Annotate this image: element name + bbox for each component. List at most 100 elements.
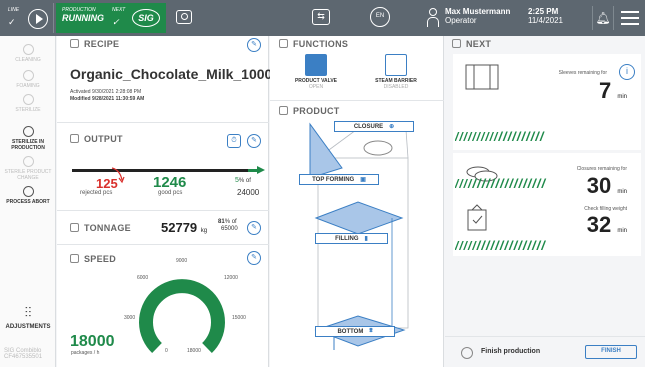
modified-value: 9/28/2021 11:30:59 AM (91, 96, 145, 102)
closure-icon: ⊕ (389, 124, 395, 130)
clock: 2:25 PM 11/4/2021 (528, 7, 563, 25)
next-label: NEXT (112, 7, 126, 13)
finish-production-label: Finish production (481, 348, 541, 355)
top-forming-tag[interactable]: TOP FORMING ▣ (299, 174, 379, 185)
tonnage-heading: TONNAGE (84, 223, 131, 233)
production-status[interactable]: PRODUCTION RUNNING (56, 3, 106, 33)
production-state: RUNNING (62, 13, 104, 23)
scale-check-icon (467, 204, 487, 231)
user-info[interactable]: Max Mustermann Operator (445, 7, 510, 25)
gauge-tick-6000: 6000 (137, 275, 149, 281)
sleeves-icon (465, 64, 499, 90)
sterilize-icon (22, 126, 34, 137)
sidebar-item-cleaning[interactable]: CLEANING (0, 44, 56, 63)
output-icon (70, 134, 79, 143)
sidebar-item-label: STERILIZE IN PRODUCTION (11, 139, 45, 151)
tonnage-value: 52779 kg (161, 220, 207, 235)
closure-tag[interactable]: CLOSURE ⊕ (334, 121, 414, 132)
time: 2:25 PM (528, 7, 559, 16)
bottom-tag[interactable]: BOTTOM ⩩ (315, 326, 395, 337)
next-heading: NEXT (466, 39, 492, 49)
rejected-label: rejected pcs (80, 190, 113, 196)
product-change-icon (22, 156, 34, 167)
filling-icon: ▮ (364, 236, 368, 242)
bell-icon[interactable]: 🔔︎ (592, 6, 614, 30)
speed-icon (70, 254, 79, 263)
recipe-name: Organic_Chocolate_Milk_1000ml (70, 66, 289, 82)
divider (445, 336, 645, 337)
filling-tag[interactable]: FILLING ▮ (315, 233, 388, 244)
product-icon (279, 106, 288, 115)
divider (57, 210, 269, 211)
next-status[interactable]: NEXT ✓ SIG (106, 3, 166, 33)
output-heading: OUTPUT (84, 134, 123, 144)
edit-tonnage-button[interactable]: ✎ (247, 221, 261, 235)
tonnage-unit: kg (200, 228, 208, 234)
gauge-tick-12000: 12000 (224, 275, 238, 281)
filling-weight-progress: //////////////////// (455, 238, 546, 250)
sidebar-item-sterile-product-change[interactable]: STERILE PRODUCT CHANGE (0, 156, 56, 181)
check-icon: ✓ (8, 17, 16, 27)
edit-speed-button[interactable]: ✎ (247, 251, 261, 265)
finish-button[interactable]: FINISH (585, 345, 637, 359)
edit-recipe-button[interactable]: ✎ (247, 38, 261, 52)
top-forming-label: TOP FORMING (312, 176, 355, 183)
filling-weight-value: 32 min (587, 212, 627, 238)
sidebar-item-foaming[interactable]: FOAMING (0, 70, 56, 89)
abort-icon (22, 186, 34, 197)
sidebar-item-label: CLEANING (15, 57, 41, 63)
play-icon (28, 9, 48, 29)
product-valve-icon[interactable] (305, 54, 327, 76)
tonnage-target: 65000 (221, 226, 238, 232)
language-label: EN (375, 13, 385, 19)
output-target: 24000 (237, 188, 260, 197)
sidebar-item-sterilize[interactable]: STERILIZE (0, 94, 56, 113)
closures-unit: min (617, 189, 627, 195)
gauge-tick-18000: 18000 (187, 348, 201, 354)
steam-barrier-icon[interactable] (385, 54, 407, 76)
modified-label: Modified (70, 96, 91, 102)
sidebar-item-label: STERILE PRODUCT CHANGE (4, 169, 52, 181)
machine-serial: CF467535501 (4, 354, 43, 360)
top-forming-icon: ▣ (360, 177, 366, 183)
output-title: OUTPUT (70, 134, 123, 144)
gauge-tick-15000: 15000 (232, 315, 246, 321)
camera-icon[interactable] (176, 10, 192, 24)
check-icon: ✓ (112, 17, 120, 27)
cleaning-icon (22, 44, 34, 55)
expand-icon[interactable]: ⇆ (312, 9, 330, 25)
output-progress-fill (247, 169, 257, 172)
foaming-icon (22, 70, 34, 81)
menu-icon[interactable] (621, 11, 639, 25)
filling-weight-unit: min (617, 228, 627, 234)
bottom-icon: ⩩ (369, 328, 373, 334)
timer-icon[interactable]: ⏱ (227, 134, 241, 148)
product-valve-state: OPEN (308, 84, 324, 90)
tonnage-icon (70, 223, 79, 232)
sleeves-progress: //////////////////// (455, 129, 545, 141)
finish-icon (461, 347, 473, 359)
sidebar-item-process-abort[interactable]: PROCESS ABORT (0, 186, 56, 205)
good-count: 1246 (153, 174, 187, 191)
functions-icon (279, 39, 288, 48)
sidebar-item-sterilize-in-production[interactable]: STERILIZE IN PRODUCTION (0, 126, 56, 151)
speed-title: SPEED (70, 254, 116, 264)
sidebar-item-label: FOAMING (16, 83, 40, 89)
sidebar-item-label: PROCESS ABORT (6, 199, 50, 205)
adjustments-label: ADJUSTMENTS (5, 324, 51, 330)
divider (57, 244, 269, 245)
divider (270, 100, 444, 101)
sleeves-title: Sleeves remaining for (558, 70, 607, 76)
progress-arrow-icon (257, 166, 265, 174)
user-icon[interactable] (427, 8, 439, 28)
activated-label: Activated (70, 89, 91, 95)
globe-icon[interactable]: EN (370, 7, 390, 27)
sleeves-unit: min (617, 94, 627, 100)
speed-gauge (139, 279, 225, 354)
next-title: NEXT (452, 39, 491, 49)
filling-label: FILLING (335, 235, 359, 242)
edit-output-button[interactable]: ✎ (247, 134, 261, 148)
recipe-icon (70, 39, 79, 48)
line-status[interactable]: LINE ✓ (2, 3, 54, 33)
adjustments-button[interactable]: ⫶⫶ ADJUSTMENTS (0, 304, 56, 330)
